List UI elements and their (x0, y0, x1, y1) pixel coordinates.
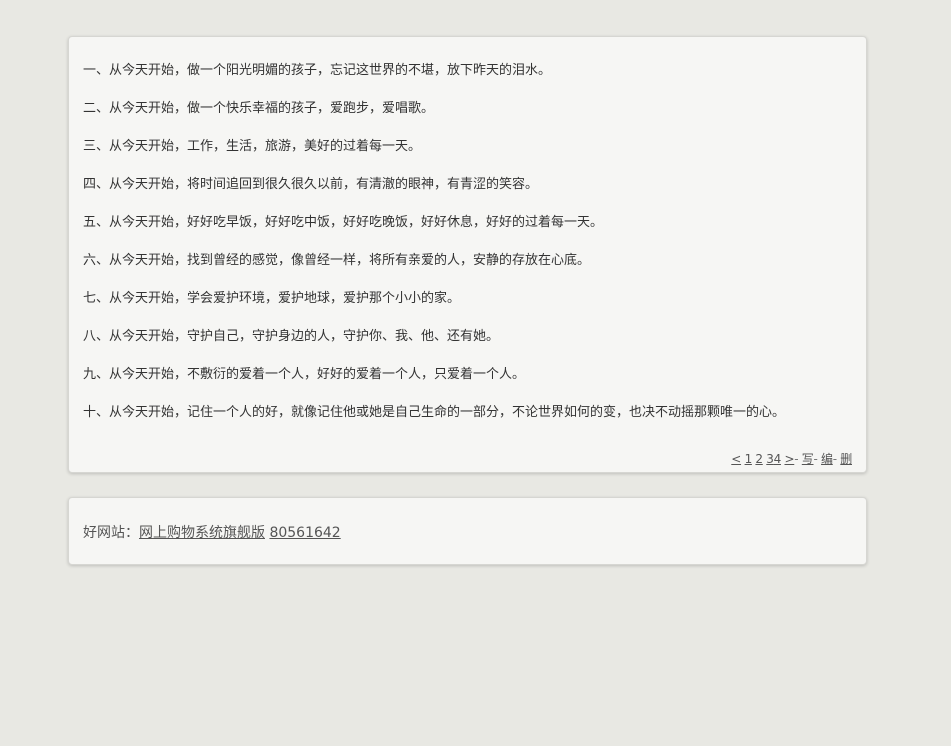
line-7: 七、从今天开始，学会爱护环境，爱护地球，爱护那个小小的家。 (83, 291, 461, 306)
line-1: 一、从今天开始，做一个阳光明媚的孩子，忘记这世界的不堪，放下昨天的泪水。 (83, 63, 552, 78)
good-sites-label: 好网站： (83, 525, 139, 541)
line-2: 二、从今天开始，做一个快乐幸福的孩子，爱跑步，爱唱歌。 (83, 101, 435, 116)
line-6: 六、从今天开始，找到曾经的感觉，像曾经一样，将所有亲爱的人，安静的存放在心底。 (83, 253, 591, 268)
pager-separator: - (832, 452, 837, 466)
line-10: 十、从今天开始，记住一个人的好，就像记住他或她是自己生命的一部分，不论世界如何的… (83, 405, 786, 420)
pager-separator: - (813, 452, 818, 466)
edit-link[interactable]: 编 (821, 452, 833, 466)
site-link-number[interactable]: 80561642 (269, 525, 340, 541)
line-5: 五、从今天开始，好好吃早饭，好好吃中饭，好好吃晚饭，好好休息，好好的过着每一天。 (83, 215, 604, 230)
pager-prev-link[interactable]: < (731, 452, 741, 466)
pager-separator: - (794, 452, 799, 466)
line-4: 四、从今天开始，将时间追回到很久很久以前，有清澈的眼神，有青涩的笑容。 (83, 177, 539, 192)
line-8: 八、从今天开始，守护自己，守护身边的人，守护你、我、他、还有她。 (83, 329, 500, 344)
delete-link[interactable]: 删 (840, 452, 852, 466)
content-card: 一、从今天开始，做一个阳光明媚的孩子，忘记这世界的不堪，放下昨天的泪水。 二、从… (68, 36, 867, 473)
pager: < 1 2 34 >- 写- 编- 删 (731, 452, 852, 466)
write-link[interactable]: 写 (802, 452, 814, 466)
pager-page-4-link[interactable]: 4 (774, 452, 782, 466)
site-link-shopping[interactable]: 网上购物系统旗舰版 (139, 525, 265, 541)
line-3: 三、从今天开始，工作，生活，旅游，美好的过着每一天。 (83, 139, 422, 154)
line-9: 九、从今天开始，不敷衍的爱着一个人，好好的爱着一个人，只爱着一个人。 (83, 367, 526, 382)
pager-next-link[interactable]: > (784, 452, 794, 466)
pager-page-2-link[interactable]: 2 (755, 452, 763, 466)
pager-page-1-link[interactable]: 1 (745, 452, 753, 466)
links-card: 好网站：网上购物系统旗舰版 80561642 (68, 497, 867, 565)
good-sites-row: 好网站：网上购物系统旗舰版 80561642 (83, 524, 341, 542)
pager-page-3-link[interactable]: 3 (766, 452, 774, 466)
